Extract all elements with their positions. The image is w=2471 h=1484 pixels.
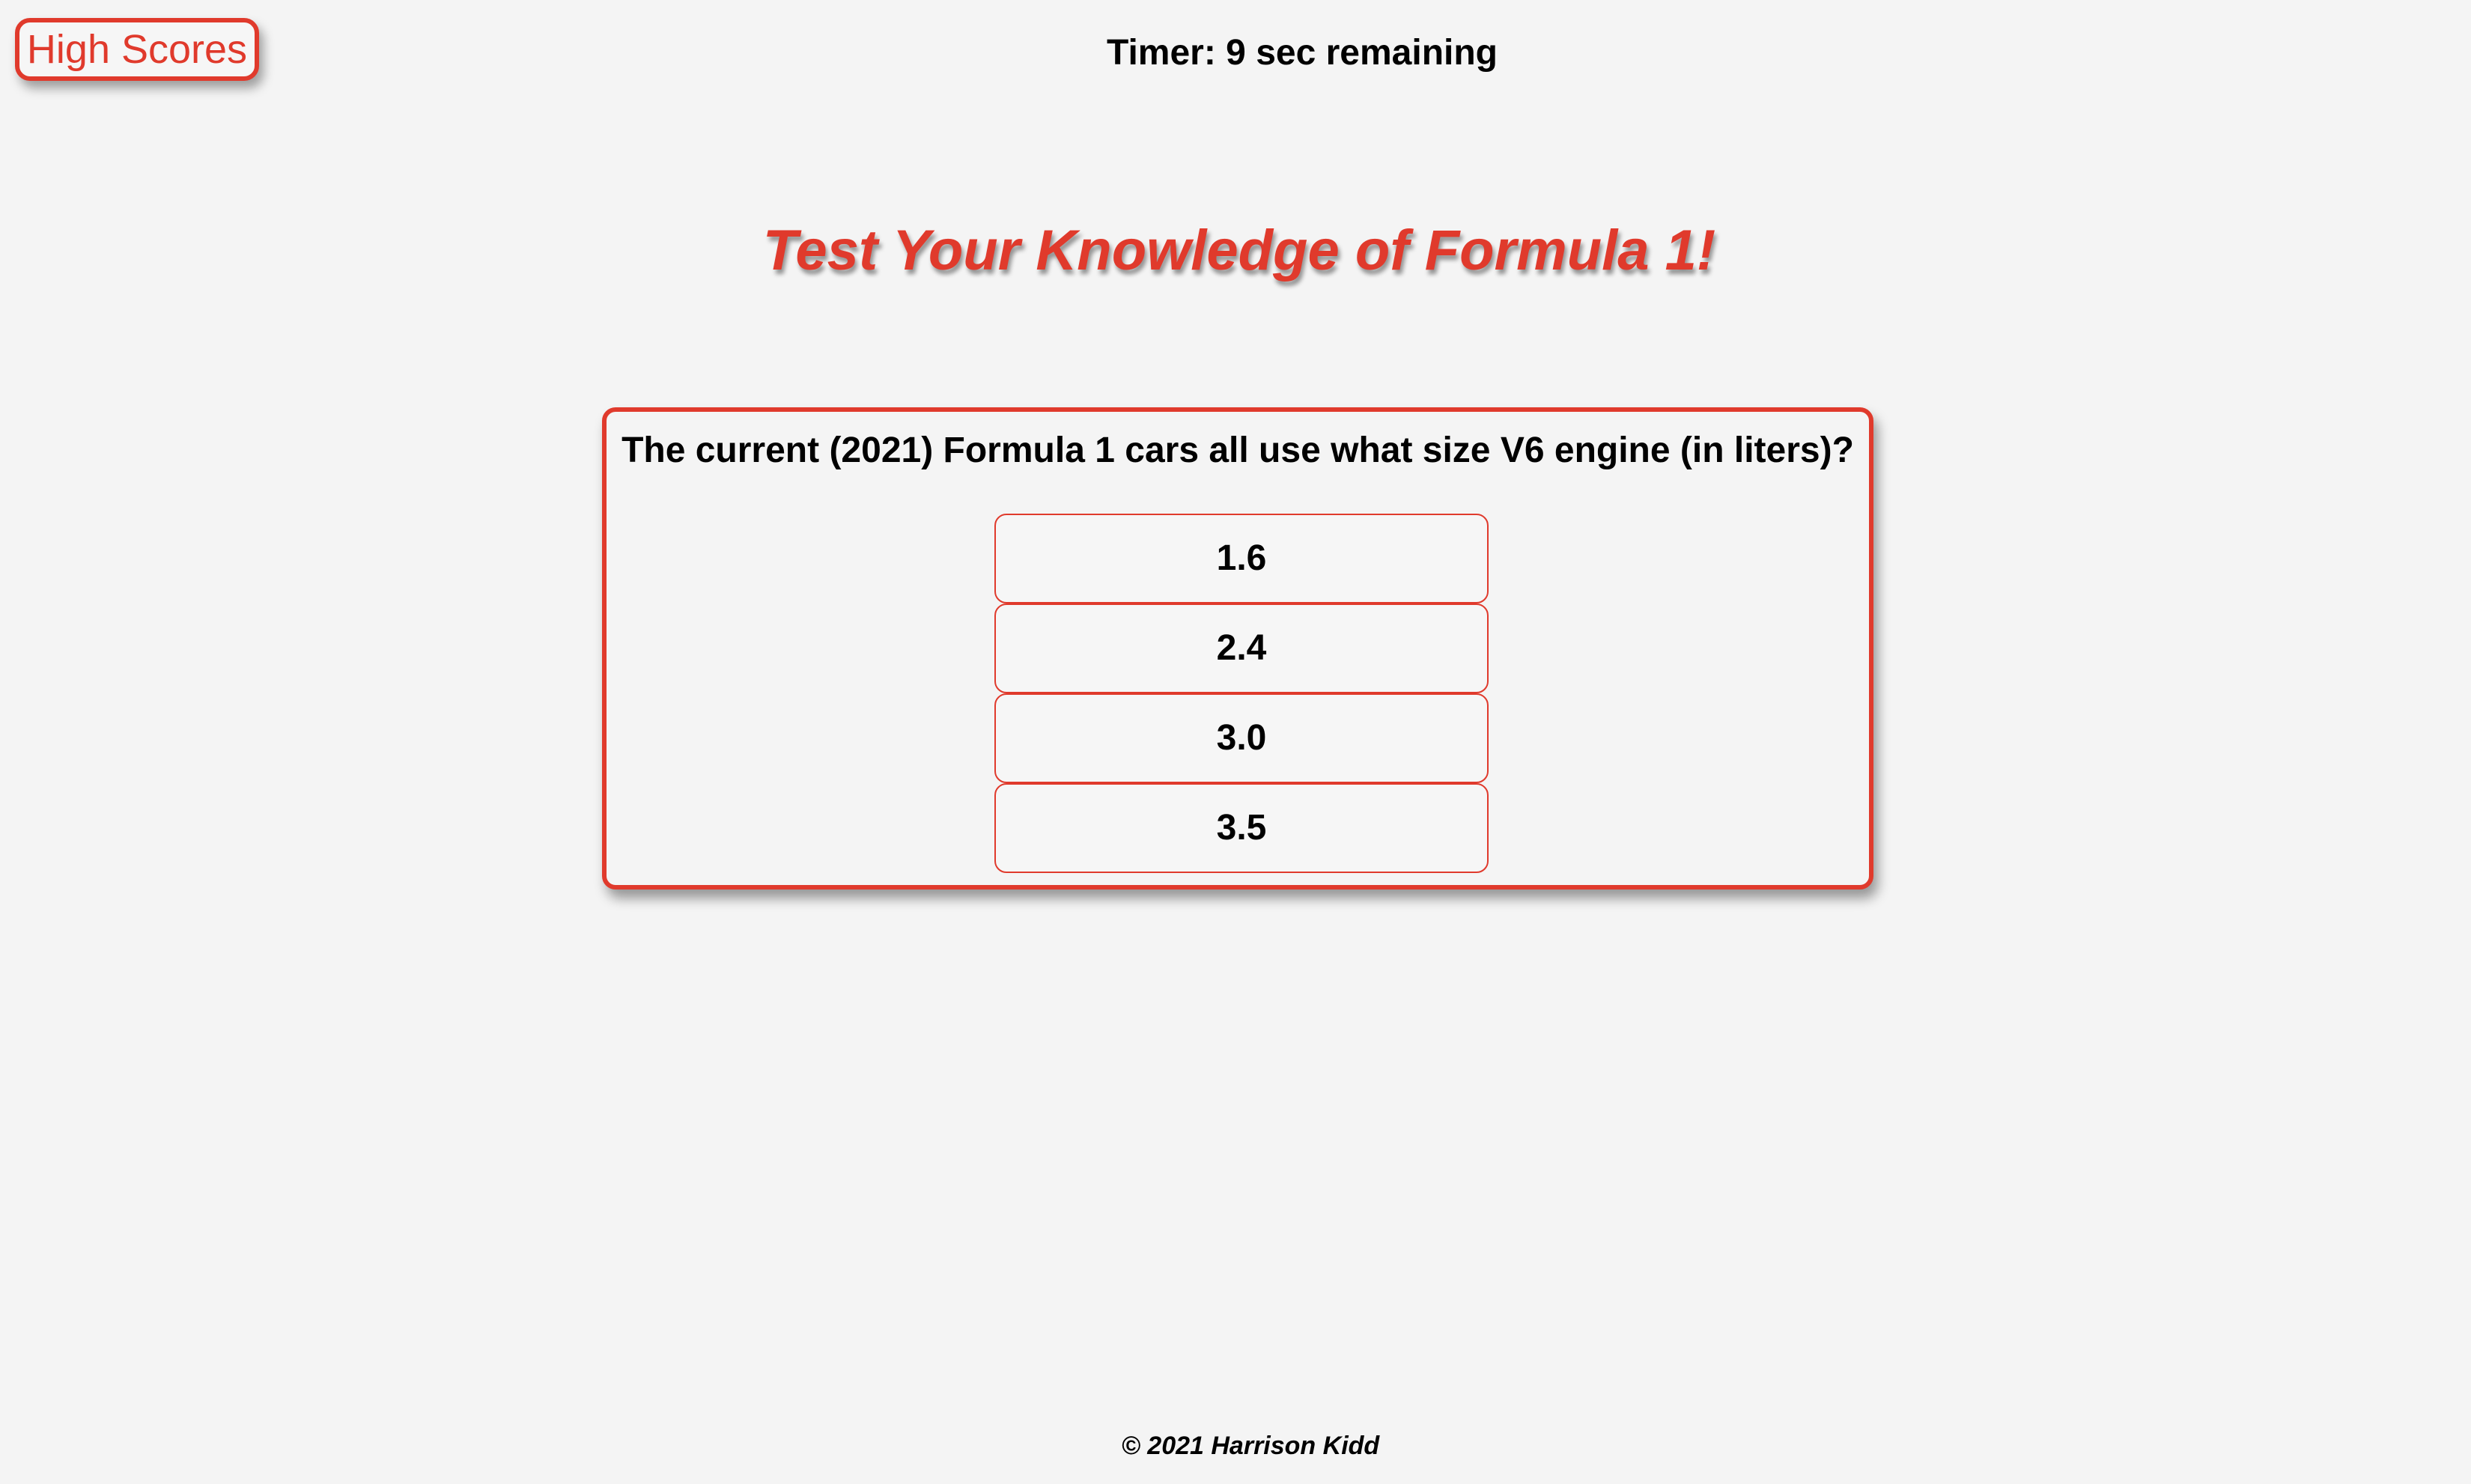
question-text: The current (2021) Formula 1 cars all us…: [621, 431, 1854, 470]
footer-copyright: © 2021 Harrison Kidd: [1121, 1432, 1380, 1460]
timer-text: Timer: 9 sec remaining: [1107, 33, 1498, 73]
answer-button[interactable]: 3.0: [994, 693, 1489, 783]
answer-button[interactable]: 3.5: [994, 783, 1489, 873]
answer-button[interactable]: 1.6: [994, 514, 1489, 603]
page-title: Test Your Knowledge of Formula 1!: [762, 219, 1716, 282]
answer-list: 1.6 2.4 3.0 3.5: [994, 514, 1489, 873]
question-card: The current (2021) Formula 1 cars all us…: [602, 407, 1873, 890]
answer-button[interactable]: 2.4: [994, 603, 1489, 693]
